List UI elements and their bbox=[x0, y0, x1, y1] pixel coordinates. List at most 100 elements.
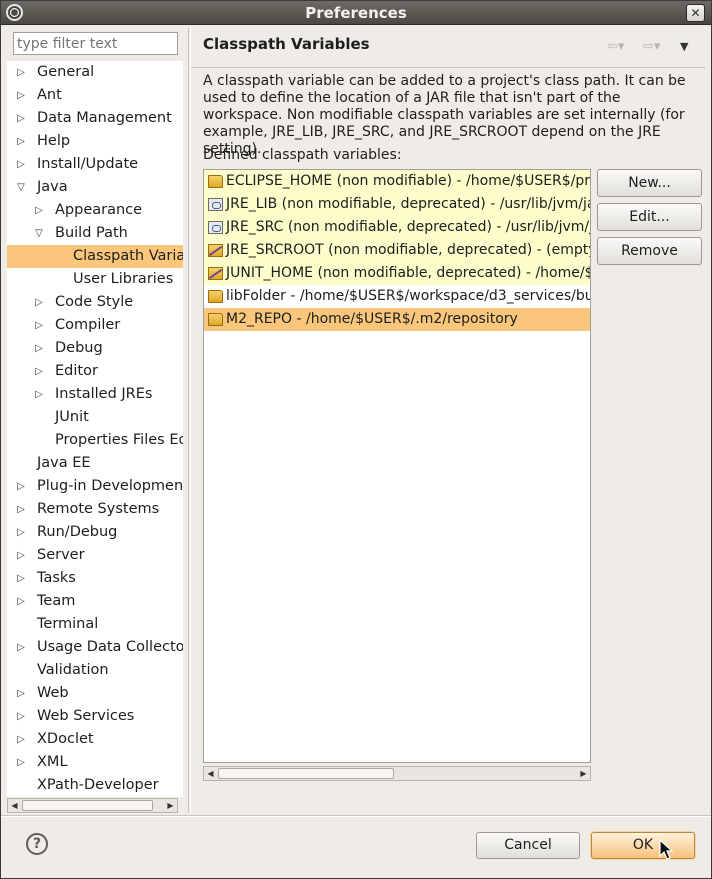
collapsed-arrow-icon[interactable]: ▷ bbox=[33, 360, 45, 383]
scroll-left-icon[interactable]: ◀ bbox=[204, 767, 217, 780]
tree-item[interactable]: ▷ Data Management bbox=[7, 107, 183, 130]
variable-row[interactable]: JUNIT_HOME (non modifiable, deprecated) … bbox=[204, 262, 590, 285]
tree-item[interactable]: ▷ XDoclet bbox=[7, 728, 183, 751]
scroll-thumb[interactable] bbox=[22, 800, 153, 811]
close-button[interactable]: ✕ bbox=[686, 4, 705, 22]
tree-item[interactable]: ▷ Web Services bbox=[7, 705, 183, 728]
collapsed-arrow-icon[interactable]: ▷ bbox=[15, 705, 27, 728]
expanded-arrow-icon[interactable]: ▽ bbox=[33, 222, 45, 245]
tree-item[interactable]: ▷ Editor bbox=[7, 360, 183, 383]
collapsed-arrow-icon[interactable]: ▷ bbox=[15, 130, 27, 153]
collapsed-arrow-icon[interactable]: ▷ bbox=[15, 751, 27, 774]
back-arrow-icon[interactable]: ⇦▾ bbox=[607, 39, 633, 55]
tree-item-label: Tasks bbox=[37, 570, 76, 586]
tree-item[interactable]: Terminal bbox=[7, 613, 183, 636]
collapsed-arrow-icon[interactable]: ▷ bbox=[15, 636, 27, 659]
tree-item[interactable]: ▷ Ant bbox=[7, 84, 183, 107]
tree-item[interactable]: ▷ Install/Update bbox=[7, 153, 183, 176]
preference-tree[interactable]: ▷ General ▷ Ant ▷ Data Management ▷ Help ▷ Instal… bbox=[7, 61, 183, 797]
tree-item[interactable]: User Libraries bbox=[7, 268, 183, 291]
forward-arrow-icon[interactable]: ⇨▾ bbox=[643, 39, 669, 55]
filter-input[interactable] bbox=[13, 32, 178, 55]
tree-item[interactable]: ▷ Run/Debug bbox=[7, 521, 183, 544]
pane-divider[interactable] bbox=[188, 28, 191, 813]
expanded-arrow-icon[interactable]: ▽ bbox=[15, 176, 27, 199]
collapsed-arrow-icon[interactable]: ▷ bbox=[33, 337, 45, 360]
tree-item-label: Build Path bbox=[55, 225, 128, 241]
scroll-left-icon[interactable]: ◀ bbox=[8, 799, 21, 812]
tree-horizontal-scrollbar[interactable]: ◀ ▶ bbox=[7, 798, 178, 813]
tree-item[interactable]: ▷ Server bbox=[7, 544, 183, 567]
collapsed-arrow-icon[interactable]: ▷ bbox=[15, 153, 27, 176]
variable-row[interactable]: JRE_LIB (non modifiable, deprecated) - /… bbox=[204, 193, 590, 216]
tree-item[interactable]: Classpath Variab bbox=[7, 245, 183, 268]
variable-text: JRE_SRC (non modifiable, deprecated) - /… bbox=[226, 219, 590, 235]
collapsed-arrow-icon[interactable]: ▷ bbox=[15, 84, 27, 107]
collapsed-arrow-icon[interactable]: ▷ bbox=[15, 590, 27, 613]
tree-item[interactable]: ▽ Java bbox=[7, 176, 183, 199]
variable-row[interactable]: JRE_SRCROOT (non modifiable, deprecated)… bbox=[204, 239, 590, 262]
collapsed-arrow-icon[interactable]: ▷ bbox=[15, 107, 27, 130]
tree-item[interactable]: ▷ Tasks bbox=[7, 567, 183, 590]
tree-item[interactable]: ▷ Compiler bbox=[7, 314, 183, 337]
deprecated-folder-icon bbox=[208, 244, 223, 257]
collapsed-arrow-icon[interactable]: ▷ bbox=[15, 475, 27, 498]
collapsed-arrow-icon[interactable]: ▷ bbox=[33, 314, 45, 337]
tree-item-label: Code Style bbox=[55, 294, 134, 310]
tree-item[interactable]: ▷ Debug bbox=[7, 337, 183, 360]
cancel-button[interactable]: Cancel bbox=[476, 832, 580, 859]
tree-item[interactable]: ▷ Remote Systems bbox=[7, 498, 183, 521]
variable-row[interactable]: JRE_SRC (non modifiable, deprecated) - /… bbox=[204, 216, 590, 239]
button-bar-separator bbox=[1, 815, 711, 817]
new-button[interactable]: New... bbox=[597, 169, 702, 197]
list-horizontal-scrollbar[interactable]: ◀ ▶ bbox=[203, 766, 591, 781]
variable-text: JUNIT_HOME (non modifiable, deprecated) … bbox=[226, 265, 590, 281]
tree-item[interactable]: JUnit bbox=[7, 406, 183, 429]
tree-item[interactable]: ▷ Help bbox=[7, 130, 183, 153]
scroll-thumb[interactable] bbox=[218, 768, 394, 779]
title-bar[interactable]: Preferences ✕ bbox=[1, 1, 711, 25]
collapsed-arrow-icon[interactable]: ▷ bbox=[15, 728, 27, 751]
tree-item[interactable]: ▽ Build Path bbox=[7, 222, 183, 245]
tree-item[interactable]: ▷ XML bbox=[7, 751, 183, 774]
tree-item[interactable]: ▷ Team bbox=[7, 590, 183, 613]
tree-item[interactable]: ▷ Plug-in Development bbox=[7, 475, 183, 498]
variable-row[interactable]: ECLIPSE_HOME (non modifiable) - /home/$U… bbox=[204, 170, 590, 193]
collapsed-arrow-icon[interactable]: ▷ bbox=[15, 567, 27, 590]
ok-button[interactable]: OK bbox=[591, 832, 695, 859]
collapsed-arrow-icon[interactable]: ▷ bbox=[33, 199, 45, 222]
scroll-right-icon[interactable]: ▶ bbox=[164, 799, 177, 812]
tree-item-label: Team bbox=[37, 593, 76, 609]
tree-item[interactable]: ▷ Usage Data Collector bbox=[7, 636, 183, 659]
tree-item[interactable]: Java EE bbox=[7, 452, 183, 475]
tree-item[interactable]: ▷ Installed JREs bbox=[7, 383, 183, 406]
tree-item[interactable]: ▷ Appearance bbox=[7, 199, 183, 222]
variable-row[interactable]: M2_REPO - /home/$USER$/.m2/repository bbox=[204, 308, 590, 331]
variable-row[interactable]: libFolder - /home/$USER$/workspace/d3_se… bbox=[204, 285, 590, 308]
classpath-variable-list[interactable]: ECLIPSE_HOME (non modifiable) - /home/$U… bbox=[203, 169, 591, 763]
collapsed-arrow-icon[interactable]: ▷ bbox=[15, 61, 27, 84]
scroll-right-icon[interactable]: ▶ bbox=[577, 767, 590, 780]
folder-icon bbox=[208, 175, 223, 188]
view-menu-icon[interactable]: ▼ bbox=[680, 39, 694, 55]
tree-item-label: Appearance bbox=[55, 202, 143, 218]
tree-item-label: Terminal bbox=[37, 616, 99, 632]
tree-item-label: Help bbox=[37, 133, 71, 149]
collapsed-arrow-icon[interactable]: ▷ bbox=[15, 544, 27, 567]
collapsed-arrow-icon[interactable]: ▷ bbox=[15, 498, 27, 521]
folder-icon bbox=[208, 290, 223, 303]
collapsed-arrow-icon[interactable]: ▷ bbox=[33, 383, 45, 406]
collapsed-arrow-icon[interactable]: ▷ bbox=[15, 682, 27, 705]
edit-button[interactable]: Edit... bbox=[597, 203, 702, 231]
tree-item[interactable]: Validation bbox=[7, 659, 183, 682]
help-icon[interactable]: ? bbox=[26, 833, 48, 855]
collapsed-arrow-icon[interactable]: ▷ bbox=[33, 291, 45, 314]
remove-button[interactable]: Remove bbox=[597, 237, 702, 265]
tree-item[interactable]: ▷ General bbox=[7, 61, 183, 84]
variable-text: M2_REPO - /home/$USER$/.m2/repository bbox=[226, 311, 518, 327]
collapsed-arrow-icon[interactable]: ▷ bbox=[15, 521, 27, 544]
tree-item[interactable]: ▷ Web bbox=[7, 682, 183, 705]
tree-item[interactable]: Properties Files Edi bbox=[7, 429, 183, 452]
tree-item[interactable]: XPath-Developer bbox=[7, 774, 183, 797]
tree-item[interactable]: ▷ Code Style bbox=[7, 291, 183, 314]
